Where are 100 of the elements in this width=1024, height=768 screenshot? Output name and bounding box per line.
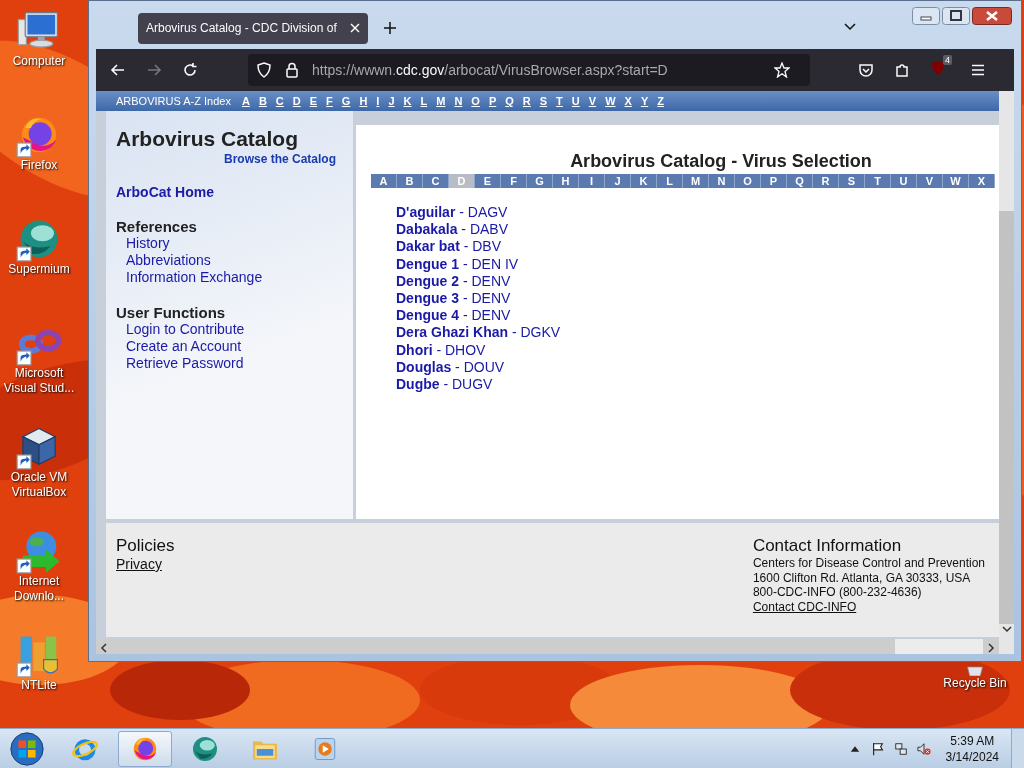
index-letter-link[interactable]: Q (505, 95, 514, 107)
virus-link[interactable]: Dengue 2 - DENV (396, 272, 511, 290)
home-link[interactable]: ArboCat Home (116, 184, 343, 200)
shortcut-label[interactable]: Computer (1, 54, 77, 69)
letter-tab[interactable]: I (579, 174, 605, 188)
letter-tab[interactable]: R (813, 174, 839, 188)
nav-link[interactable]: History (126, 235, 343, 252)
index-letter-link[interactable]: M (436, 95, 446, 107)
virus-link[interactable]: Dengue 1 - DEN IV (396, 255, 519, 273)
plus-icon[interactable] (384, 22, 396, 34)
back-icon[interactable] (110, 62, 126, 78)
lock-icon[interactable] (284, 62, 300, 78)
letter-tab[interactable]: U (891, 174, 917, 188)
shortcut-label[interactable]: Supermium (1, 262, 77, 277)
index-letter-link[interactable]: D (292, 95, 301, 107)
index-letter-link[interactable]: C (275, 95, 284, 107)
nav-link[interactable]: Retrieve Password (126, 355, 343, 372)
browse-link[interactable]: Browse the Catalog (223, 152, 336, 166)
horizontal-scrollbar[interactable] (96, 639, 999, 654)
virus-link[interactable]: Dugbe - DUGV (396, 376, 493, 394)
index-letter-link[interactable]: U (571, 95, 580, 107)
close-button[interactable] (972, 7, 1012, 25)
vertical-scrollbar[interactable] (999, 91, 1014, 654)
letter-tab[interactable]: W (943, 174, 969, 188)
globe-arrow-icon[interactable] (16, 528, 62, 574)
letter-tab[interactable]: G (527, 174, 553, 188)
letter-tab[interactable]: P (761, 174, 787, 188)
index-letter-link[interactable]: X (624, 95, 632, 107)
shortcut-label[interactable]: Oracle VM VirtualBox (1, 470, 77, 500)
address-bar[interactable]: https://wwwn.cdc.gov/arbocat/VirusBrowser.aspx?start=D (248, 54, 810, 86)
virus-link[interactable]: Dera Ghazi Khan - DGKV (396, 324, 561, 342)
virus-link[interactable]: Douglas - DOUV (396, 358, 505, 377)
letter-tab[interactable]: C (423, 174, 449, 188)
letter-tab[interactable]: Q (787, 174, 813, 188)
shortcut-label[interactable]: Firefox (1, 158, 77, 173)
index-letter-link[interactable]: P (488, 95, 497, 107)
letter-tab[interactable]: H (553, 174, 579, 188)
letter-tab[interactable]: F (501, 174, 527, 188)
index-letter-link[interactable]: F (326, 95, 333, 107)
chevron-down-icon[interactable] (1001, 624, 1012, 634)
virus-link[interactable]: Dakar bat - DBV (396, 238, 502, 256)
letter-tab[interactable]: S (839, 174, 865, 188)
maximize-button[interactable] (942, 7, 970, 25)
letter-tab[interactable]: O (735, 174, 761, 188)
clock-date[interactable]: 3/14/2024 (945, 748, 999, 765)
url-text[interactable]: https://wwwn.cdc.gov/arbocat/VirusBrowser.aspx?start=D (312, 62, 668, 78)
clock-time[interactable]: 5:39 AM (950, 732, 995, 749)
chevron-down-icon[interactable] (844, 23, 856, 31)
index-letter-link[interactable]: W (605, 95, 616, 107)
letter-tab[interactable]: E (475, 174, 501, 188)
index-letter-link[interactable]: H (359, 95, 368, 107)
shield-icon[interactable] (256, 62, 272, 78)
privacy-link[interactable]: Privacy (116, 556, 162, 572)
index-letter-link[interactable]: A (241, 95, 250, 107)
letter-tab[interactable]: L (657, 174, 683, 188)
index-letter-link[interactable]: L (420, 95, 428, 107)
letter-tab[interactable]: M (683, 174, 709, 188)
index-letter-link[interactable]: Y (640, 95, 649, 107)
close-icon[interactable] (350, 23, 360, 33)
network-icon[interactable] (893, 741, 908, 756)
letter-tab[interactable]: A (371, 174, 397, 188)
virus-link[interactable]: Dengue 4 - DENV (396, 307, 511, 325)
virus-link[interactable]: Dengue 3 - DENV (396, 290, 511, 308)
star-icon[interactable] (774, 62, 790, 78)
virus-link[interactable]: Dabakala - DABV (396, 221, 509, 239)
browser-tab[interactable]: Arbovirus Catalog - CDC Division of (138, 12, 368, 44)
index-letter-link[interactable]: E (309, 95, 318, 107)
chevron-left-icon[interactable] (99, 642, 109, 653)
letter-tab[interactable]: X (969, 174, 995, 188)
shortcut-label[interactable]: Recycle Bin (937, 676, 1013, 691)
virus-link[interactable]: Dhori - DHOV (396, 341, 486, 359)
chevron-right-icon[interactable] (986, 642, 996, 653)
scroll-thumb[interactable] (895, 639, 983, 654)
contact-link[interactable]: Contact CDC-INFO (752, 599, 857, 614)
index-letter-link[interactable]: T (556, 95, 563, 107)
index-letter-link[interactable]: V (588, 95, 597, 107)
reload-icon[interactable] (182, 62, 198, 78)
index-letter-link[interactable]: J (388, 95, 395, 107)
menu-icon[interactable] (970, 62, 986, 78)
index-letter-link[interactable]: Z (657, 95, 664, 107)
index-letter-link[interactable]: I (376, 95, 380, 107)
scroll-thumb[interactable] (999, 211, 1014, 624)
index-letter-link[interactable]: G (341, 95, 351, 107)
letter-tab[interactable]: T (865, 174, 891, 188)
index-letter-link[interactable]: K (403, 95, 412, 107)
shortcut-label[interactable]: Internet Downlo... (1, 574, 77, 604)
speaker-muted-icon[interactable] (916, 741, 931, 756)
shortcut-label[interactable]: NTLite (1, 678, 77, 693)
pocket-icon[interactable] (858, 62, 874, 78)
index-letter-link[interactable]: S (539, 95, 548, 107)
shortcut-label[interactable]: Microsoft Visual Stud... (1, 366, 77, 396)
virus-link[interactable]: D'aguilar - DAGV (396, 204, 508, 222)
start-orb-icon[interactable] (8, 729, 46, 768)
index-letter-link[interactable]: O (471, 95, 480, 107)
index-letter-link[interactable]: B (258, 95, 267, 107)
index-letter-link[interactable]: N (454, 95, 463, 107)
nav-link[interactable]: Create an Account (126, 338, 343, 355)
taskbar-button[interactable] (118, 730, 172, 767)
flag-icon[interactable] (870, 741, 885, 756)
letter-tab[interactable]: N (709, 174, 735, 188)
